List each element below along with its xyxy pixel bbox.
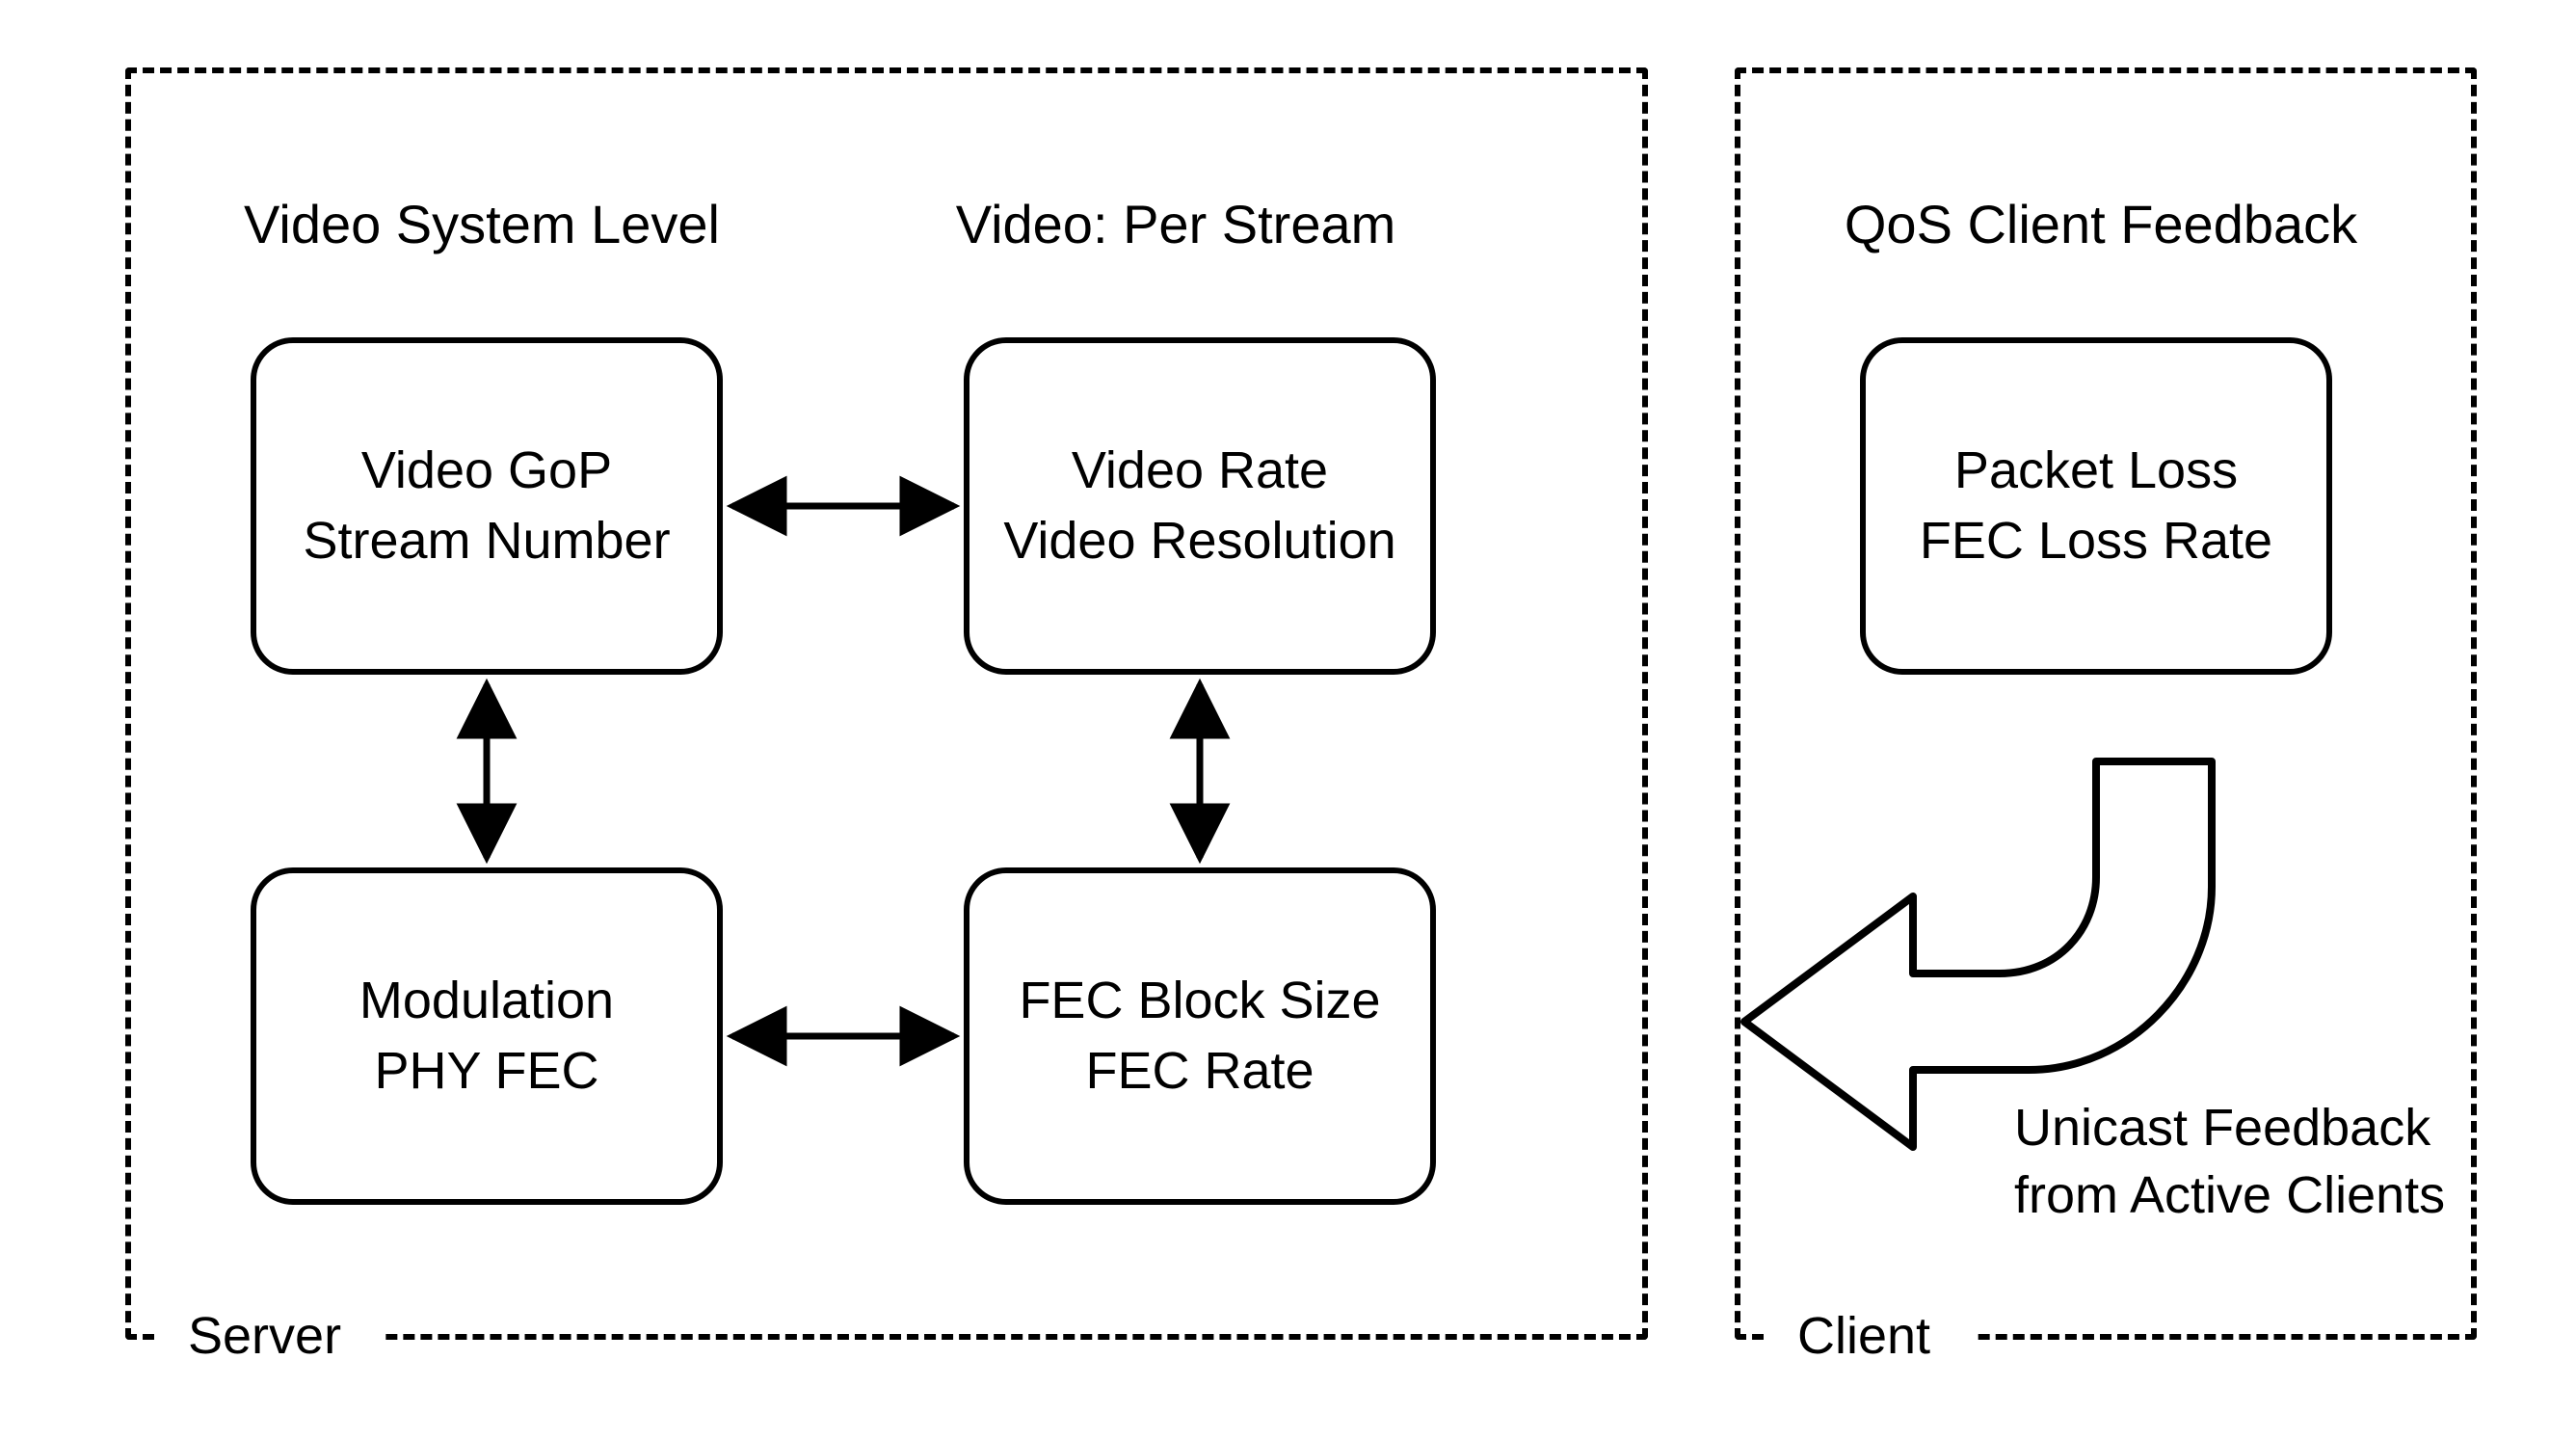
node-video-rate-line1: Video Rate: [1072, 436, 1328, 506]
node-packet-loss-line1: Packet Loss: [1954, 436, 2238, 506]
node-packet-loss: Packet Loss FEC Loss Rate: [1860, 337, 2332, 675]
client-arrow-caption: Unicast Feedback from Active Clients: [2014, 1094, 2477, 1229]
node-video-gop-line2: Stream Number: [303, 506, 670, 576]
client-arrow-caption-line1: Unicast Feedback: [2014, 1094, 2477, 1161]
node-modulation-line1: Modulation: [359, 966, 614, 1036]
client-panel-label: Client: [1778, 1306, 1950, 1366]
server-left-title: Video System Level: [231, 193, 732, 255]
node-video-gop: Video GoP Stream Number: [251, 337, 723, 675]
node-modulation-line2: PHY FEC: [374, 1036, 598, 1107]
diagram-canvas: Server Client Video System Level Video: …: [0, 0, 2576, 1440]
server-right-title: Video: Per Stream: [925, 193, 1426, 255]
client-title: QoS Client Feedback: [1812, 193, 2390, 255]
node-video-rate-line2: Video Resolution: [1003, 506, 1395, 576]
node-fec-block-line2: FEC Rate: [1085, 1036, 1314, 1107]
node-fec-block: FEC Block Size FEC Rate: [964, 867, 1436, 1205]
node-packet-loss-line2: FEC Loss Rate: [1920, 506, 2272, 576]
client-arrow-caption-line2: from Active Clients: [2014, 1161, 2477, 1229]
node-fec-block-line1: FEC Block Size: [1019, 966, 1380, 1036]
node-video-rate: Video Rate Video Resolution: [964, 337, 1436, 675]
node-video-gop-line1: Video GoP: [361, 436, 612, 506]
server-panel-label: Server: [169, 1306, 360, 1366]
node-modulation: Modulation PHY FEC: [251, 867, 723, 1205]
